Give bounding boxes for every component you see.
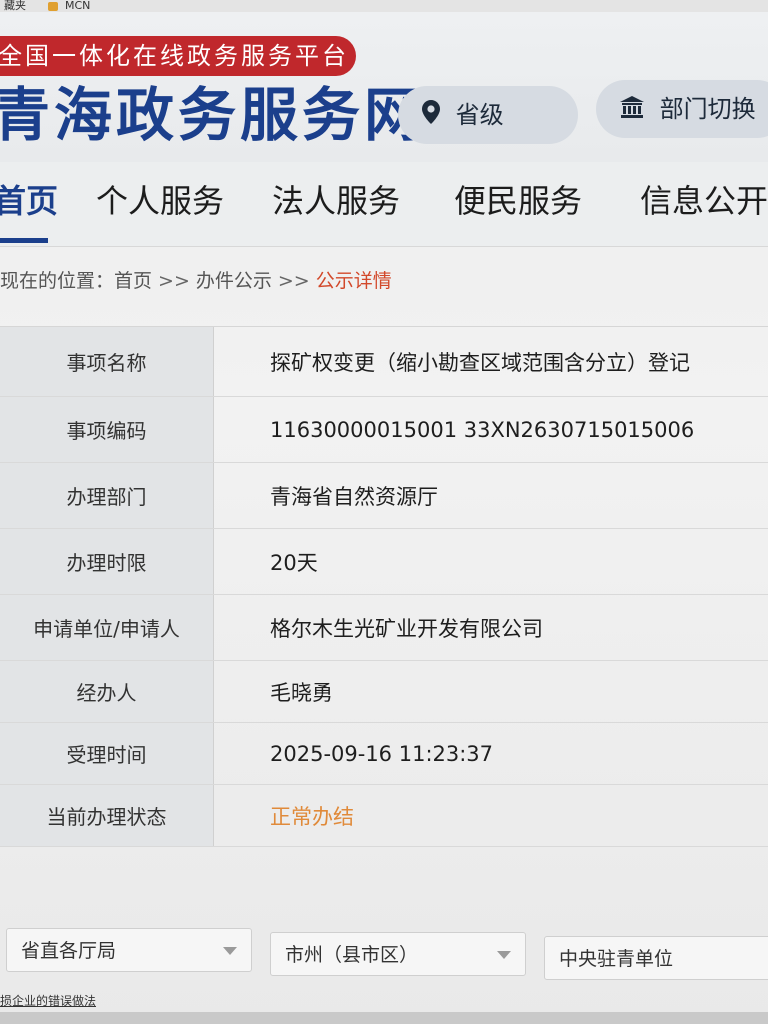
page: 藏夹 MCN 全国一体化在线政务服务平台 青海政务服务网 省级 部门切换 首页 …: [0, 0, 768, 1024]
select-value: 省直各厅局: [21, 940, 117, 962]
detail-label: 经办人: [0, 661, 214, 722]
detail-row-applicant: 申请单位/申请人 格尔木生光矿业开发有限公司: [0, 595, 768, 661]
detail-row-status: 当前办理状态 正常办结: [0, 785, 768, 847]
breadcrumb-current: 公示详情: [315, 270, 392, 292]
select-value: 中央驻青单位: [559, 948, 674, 970]
main-nav: 首页 个人服务 法人服务 便民服务 信息公开: [0, 162, 768, 247]
nav-item-information-disclosure[interactable]: 信息公开: [640, 176, 768, 226]
detail-row-handler: 经办人 毛晓勇: [0, 661, 768, 723]
central-units-select[interactable]: 中央驻青单位: [544, 936, 768, 980]
detail-label: 事项名称: [0, 327, 214, 396]
region-label: 省级: [455, 101, 504, 129]
detail-value: 探矿权变更（缩小勘查区域范围含分立）登记: [270, 350, 690, 375]
location-pin-icon: [422, 87, 440, 145]
bookmark-label: 藏夹: [4, 0, 26, 12]
detail-value: 20天: [270, 550, 318, 575]
nav-item-home[interactable]: 首页: [0, 176, 58, 226]
breadcrumb-link-disclosure[interactable]: 办件公示: [196, 270, 272, 292]
dept-switch-button[interactable]: 部门切换: [596, 80, 768, 138]
nav-active-indicator: [0, 238, 48, 243]
breadcrumb-separator: >>: [158, 270, 190, 292]
bottom-strip: [0, 1012, 768, 1024]
dept-switch-label: 部门切换: [659, 95, 756, 123]
site-header: 全国一体化在线政务服务平台 青海政务服务网 省级 部门切换: [0, 12, 768, 162]
detail-value: 11630000015001 33XN2630715015006: [270, 417, 695, 442]
platform-slogan: 全国一体化在线政务服务平台: [0, 36, 356, 76]
folder-icon: [47, 1, 58, 11]
department-filters: 省直各厅局 市州（县市区） 中央驻青单位: [0, 928, 768, 988]
breadcrumb: 现在的位置：首页 >> 办件公示 >> 公示详情: [0, 266, 392, 296]
nav-item-legal-entity-services[interactable]: 法人服务: [272, 176, 400, 226]
footer-link[interactable]: 损企业的错误做法: [0, 992, 96, 1009]
nav-item-personal-services[interactable]: 个人服务: [96, 176, 224, 226]
detail-label: 当前办理状态: [0, 785, 214, 846]
detail-table: 事项名称 探矿权变更（缩小勘查区域范围含分立）登记 事项编码 116300000…: [0, 326, 768, 847]
region-selector[interactable]: 省级: [398, 86, 578, 144]
chevron-down-icon: [223, 947, 237, 955]
bookmark-item[interactable]: 藏夹: [4, 0, 26, 12]
detail-row-accept-time: 受理时间 2025-09-16 11:23:37: [0, 723, 768, 785]
select-value: 市州（县市区）: [285, 944, 419, 966]
site-title[interactable]: 青海政务服务网: [0, 80, 426, 150]
detail-label: 办理部门: [0, 463, 214, 528]
breadcrumb-link-home[interactable]: 首页: [114, 270, 152, 292]
city-county-select[interactable]: 市州（县市区）: [270, 932, 526, 976]
detail-label: 受理时间: [0, 723, 214, 784]
nav-item-convenience-services[interactable]: 便民服务: [454, 176, 582, 226]
detail-row-item-code: 事项编码 11630000015001 33XN2630715015006: [0, 397, 768, 463]
breadcrumb-separator: >>: [277, 270, 310, 292]
provincial-departments-select[interactable]: 省直各厅局: [6, 928, 252, 972]
bookmark-item[interactable]: MCN: [47, 0, 91, 12]
detail-row-time-limit: 办理时限 20天: [0, 529, 768, 595]
status-value: 正常办结: [270, 804, 354, 829]
detail-value: 格尔木生光矿业开发有限公司: [270, 616, 543, 641]
government-building-icon: [620, 81, 644, 139]
bookmarks-bar: 藏夹 MCN: [0, 0, 768, 12]
detail-value: 2025-09-16 11:23:37: [270, 741, 494, 766]
detail-row-item-name: 事项名称 探矿权变更（缩小勘查区域范围含分立）登记: [0, 327, 768, 397]
detail-label: 申请单位/申请人: [0, 595, 214, 660]
bookmark-label: MCN: [65, 0, 91, 12]
detail-row-department: 办理部门 青海省自然资源厅: [0, 463, 768, 529]
detail-label: 办理时限: [0, 529, 214, 594]
detail-value: 青海省自然资源厅: [270, 484, 438, 509]
detail-value: 毛晓勇: [270, 680, 333, 705]
detail-label: 事项编码: [0, 397, 214, 462]
chevron-down-icon: [497, 951, 511, 959]
breadcrumb-prefix: 现在的位置：: [0, 270, 115, 292]
